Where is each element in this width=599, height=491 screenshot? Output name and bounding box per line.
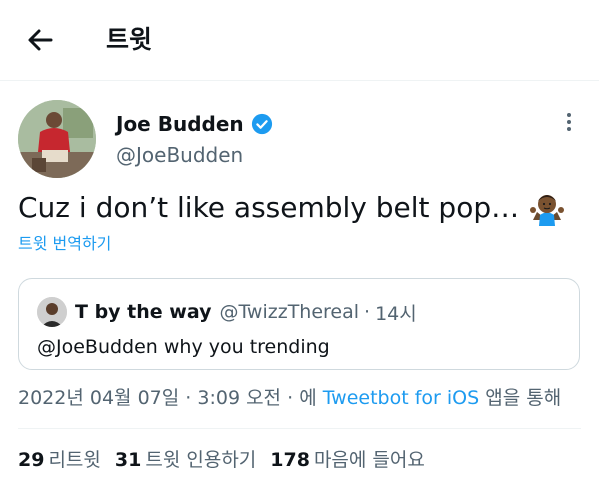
retweets-stat[interactable]: 29 리트윗 <box>18 446 101 474</box>
via-prefix: 에 <box>299 387 317 409</box>
author-display-name[interactable]: Joe Budden <box>116 110 244 138</box>
tweet-time[interactable]: 3:09 오전 <box>197 387 281 409</box>
separator-dot: · <box>287 387 300 409</box>
avatar[interactable] <box>18 100 96 178</box>
quoted-avatar[interactable] <box>37 297 67 327</box>
author-name-row[interactable]: Joe Budden <box>116 110 273 138</box>
quoted-tweet-text: @JoeBudden why you trending <box>37 336 330 358</box>
quote-tweets-stat[interactable]: 31 트윗 인용하기 <box>115 446 256 474</box>
likes-stat[interactable]: 178 마음에 들어요 <box>270 446 425 474</box>
more-options-icon[interactable] <box>559 110 579 134</box>
quoted-timestamp: 14시 <box>375 302 417 325</box>
translate-tweet-link[interactable]: 트윗 번역하기 <box>18 232 111 256</box>
tweet-body: Cuz i don’t like assembly belt pop… <box>18 188 565 228</box>
tweet-text: Cuz i don’t like assembly belt pop… <box>18 191 520 224</box>
separator-dot: · <box>364 301 371 323</box>
quoted-tweet-header: T by the way @TwizzThereal · 14시 <box>75 297 417 327</box>
separator-dot: · <box>185 387 198 409</box>
quoted-tweet-card[interactable]: T by the way @TwizzThereal · 14시 @JoeBud… <box>18 278 580 370</box>
page-title: 트윗 <box>106 25 153 54</box>
top-bar: 트윗 <box>0 0 599 81</box>
back-arrow-icon[interactable] <box>24 24 56 56</box>
source-app-link[interactable]: Tweetbot for iOS <box>323 387 479 409</box>
engagement-stats: 29 리트윗 31 트윗 인용하기 178 마음에 들어요 <box>18 446 425 474</box>
shrug-emoji-icon <box>530 195 565 226</box>
tweet-metadata: 2022년 04월 07일 · 3:09 오전 · 에 Tweetbot for… <box>18 384 561 412</box>
author-handle[interactable]: @JoeBudden <box>116 141 243 169</box>
divider <box>18 428 581 429</box>
via-suffix: 앱을 통해 <box>485 387 562 409</box>
quoted-display-name: T by the way <box>75 301 212 323</box>
quoted-handle: @TwizzThereal <box>219 301 360 323</box>
verified-badge-icon <box>251 113 272 135</box>
tweet-date[interactable]: 2022년 04월 07일 <box>18 387 179 409</box>
